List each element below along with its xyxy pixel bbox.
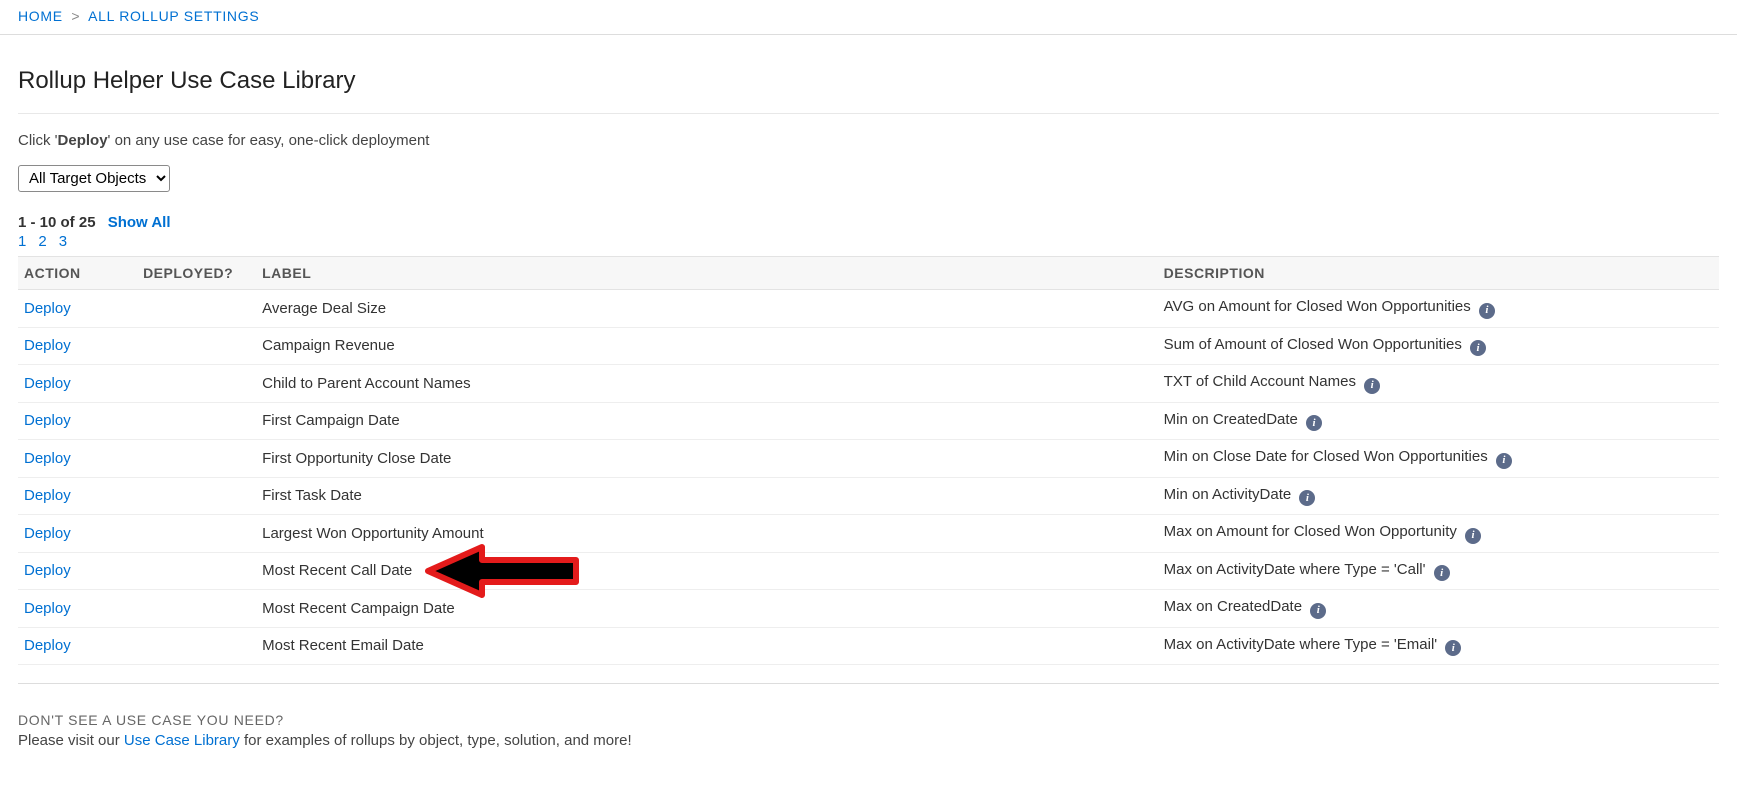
deploy-link[interactable]: Deploy (24, 450, 71, 467)
deployed-cell (137, 290, 256, 328)
deployed-cell (137, 627, 256, 665)
table-row: Deploy First Opportunity Close DateMin on… (18, 440, 1719, 478)
info-icon[interactable]: i (1299, 490, 1315, 506)
deployed-cell (137, 477, 256, 515)
info-icon[interactable]: i (1434, 565, 1450, 581)
breadcrumb: HOME > ALL ROLLUP SETTINGS (0, 0, 1737, 34)
label-cell: Child to Parent Account Names (256, 365, 1158, 403)
col-header-label: LABEL (256, 257, 1158, 290)
deploy-link[interactable]: Deploy (24, 412, 71, 429)
deployed-cell (137, 440, 256, 478)
page-numbers: 123 (18, 233, 1719, 250)
description-cell: Min on CreatedDate i (1158, 402, 1719, 440)
footer-text-after: for examples of rollups by object, type,… (240, 732, 632, 749)
deployed-cell (137, 515, 256, 553)
description-cell: Sum of Amount of Closed Won Opportunitie… (1158, 327, 1719, 365)
description-cell: Min on Close Date for Closed Won Opportu… (1158, 440, 1719, 478)
helper-text: Click 'Deploy' on any use case for easy,… (18, 132, 1719, 149)
info-icon[interactable]: i (1465, 528, 1481, 544)
col-header-description: DESCRIPTION (1158, 257, 1719, 290)
label-cell: Average Deal Size (256, 290, 1158, 328)
helper-prefix: Click ' (18, 132, 58, 149)
table-row: Deploy Most Recent Call DateMax on Activi… (18, 552, 1719, 590)
deploy-link[interactable]: Deploy (24, 525, 71, 542)
footer-heading: DON'T SEE A USE CASE YOU NEED? (18, 712, 1719, 728)
breadcrumb-separator: > (71, 8, 80, 24)
deployed-cell (137, 365, 256, 403)
use-case-table: ACTION DEPLOYED? LABEL DESCRIPTION Deplo… (18, 256, 1719, 665)
col-header-action: ACTION (18, 257, 137, 290)
description-cell: Min on ActivityDate i (1158, 477, 1719, 515)
description-cell: AVG on Amount for Closed Won Opportuniti… (1158, 290, 1719, 328)
info-icon[interactable]: i (1445, 640, 1461, 656)
table-row: Deploy First Campaign DateMin on CreatedD… (18, 402, 1719, 440)
deployed-cell (137, 402, 256, 440)
deploy-link[interactable]: Deploy (24, 337, 71, 354)
deploy-link[interactable]: Deploy (24, 637, 71, 654)
info-icon[interactable]: i (1306, 415, 1322, 431)
table-row: Deploy Child to Parent Account NamesTXT o… (18, 365, 1719, 403)
breadcrumb-current-link[interactable]: ALL ROLLUP SETTINGS (88, 8, 259, 24)
deploy-link[interactable]: Deploy (24, 600, 71, 617)
deploy-link[interactable]: Deploy (24, 562, 71, 579)
description-cell: TXT of Child Account Names i (1158, 365, 1719, 403)
label-cell: First Task Date (256, 477, 1158, 515)
use-case-library-link[interactable]: Use Case Library (124, 732, 240, 749)
footer-text-before: Please visit our (18, 732, 124, 749)
info-icon[interactable]: i (1479, 303, 1495, 319)
table-row: Deploy Campaign RevenueSum of Amount of C… (18, 327, 1719, 365)
description-cell: Max on CreatedDate i (1158, 590, 1719, 628)
deployed-cell (137, 327, 256, 365)
label-cell: First Campaign Date (256, 402, 1158, 440)
page-number-link[interactable]: 1 (18, 233, 26, 250)
info-icon[interactable]: i (1310, 603, 1326, 619)
description-cell: Max on ActivityDate where Type = 'Email'… (1158, 627, 1719, 665)
description-cell: Max on Amount for Closed Won Opportunity… (1158, 515, 1719, 553)
label-cell: Most Recent Call Date (256, 552, 1158, 590)
helper-bold: Deploy (58, 132, 108, 149)
divider (18, 113, 1719, 114)
deploy-link[interactable]: Deploy (24, 375, 71, 392)
label-cell: Most Recent Email Date (256, 627, 1158, 665)
deployed-cell (137, 552, 256, 590)
table-row: Deploy Average Deal SizeAVG on Amount for… (18, 290, 1719, 328)
deployed-cell (137, 590, 256, 628)
info-icon[interactable]: i (1496, 453, 1512, 469)
label-cell: Largest Won Opportunity Amount (256, 515, 1158, 553)
helper-suffix: ' on any use case for easy, one-click de… (108, 132, 430, 149)
table-row: Deploy Largest Won Opportunity AmountMax … (18, 515, 1719, 553)
info-icon[interactable]: i (1470, 340, 1486, 356)
deploy-link[interactable]: Deploy (24, 300, 71, 317)
col-header-deployed: DEPLOYED? (137, 257, 256, 290)
page-number-link[interactable]: 3 (59, 233, 67, 250)
target-object-select[interactable]: All Target Objects (18, 165, 170, 192)
pager-range: 1 - 10 of 25 (18, 214, 96, 231)
deploy-link[interactable]: Deploy (24, 487, 71, 504)
label-cell: First Opportunity Close Date (256, 440, 1158, 478)
label-cell: Campaign Revenue (256, 327, 1158, 365)
label-cell: Most Recent Campaign Date (256, 590, 1158, 628)
footer-block: DON'T SEE A USE CASE YOU NEED? Please vi… (18, 712, 1719, 749)
page-number-link[interactable]: 2 (38, 233, 46, 250)
pager: 1 - 10 of 25 Show All (18, 214, 1719, 231)
table-row: Deploy First Task DateMin on ActivityDate… (18, 477, 1719, 515)
footer-text: Please visit our Use Case Library for ex… (18, 732, 1719, 749)
breadcrumb-home-link[interactable]: HOME (18, 8, 63, 24)
divider (18, 683, 1719, 684)
show-all-link[interactable]: Show All (108, 214, 171, 231)
description-cell: Max on ActivityDate where Type = 'Call' … (1158, 552, 1719, 590)
table-header-row: ACTION DEPLOYED? LABEL DESCRIPTION (18, 257, 1719, 290)
table-row: Deploy Most Recent Email DateMax on Activ… (18, 627, 1719, 665)
table-row: Deploy Most Recent Campaign DateMax on Cr… (18, 590, 1719, 628)
info-icon[interactable]: i (1364, 378, 1380, 394)
page-title: Rollup Helper Use Case Library (18, 67, 1719, 95)
